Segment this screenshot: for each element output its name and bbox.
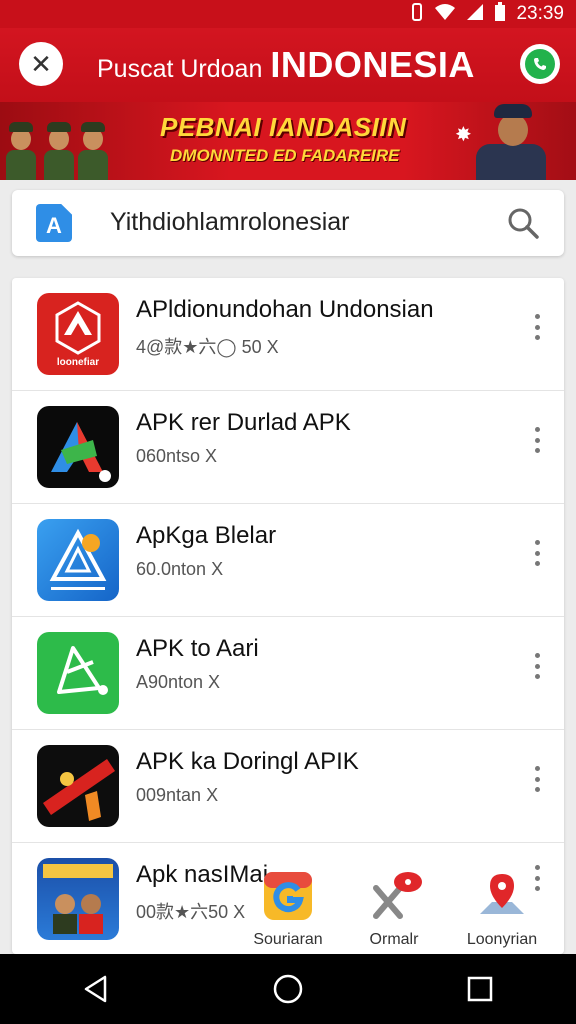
red-emblem-icon: loonefiar	[37, 293, 119, 375]
vibrate-icon	[410, 2, 424, 26]
more-options-icon[interactable]	[534, 540, 540, 566]
more-options-icon[interactable]	[534, 653, 540, 679]
back-triangle-icon	[84, 975, 107, 1003]
app-subtitle: A90nton X	[136, 672, 221, 692]
list-item[interactable]: APK rer Durlad APK 060ntso X	[12, 391, 564, 504]
status-bar: 23:39	[0, 0, 576, 28]
shortcut-ormalr[interactable]: Ormalr	[344, 870, 444, 949]
app-subtitle: 4@款★六◯ 50 X	[136, 337, 279, 357]
recents-square-icon	[467, 976, 493, 1002]
promo-banner[interactable]: PEBNAI IANDASIIN DMONNTED ED FADAREIRE ✸	[0, 102, 576, 180]
app-subtitle: 060ntso X	[136, 446, 218, 466]
soldier-figure	[6, 120, 36, 180]
title-main: INDONESIA	[270, 44, 475, 85]
x-notification-icon	[364, 872, 424, 926]
signal-icon	[466, 3, 484, 26]
home-button[interactable]	[258, 959, 318, 1019]
app-list: loonefiar APldionundohan Undonsian 4@款★六…	[12, 278, 564, 954]
soldier-figure	[78, 120, 108, 180]
black-red-banner-icon	[37, 745, 119, 827]
home-circle-icon	[273, 974, 303, 1004]
banner-headline: PEBNAI IANDASIIN	[160, 112, 407, 142]
close-icon: ✕	[30, 48, 52, 79]
document-a-icon: A	[36, 204, 72, 242]
whatsapp-button[interactable]	[520, 44, 560, 84]
app-subtitle: 009ntan X	[136, 785, 219, 805]
app-header: ✕ Puscat Urdoan INDONESIA	[0, 28, 576, 102]
shortcut-label: Souriaran	[253, 931, 323, 948]
battery-icon	[494, 1, 506, 27]
page-title: Puscat Urdoan INDONESIA	[97, 44, 475, 86]
app-subtitle: 00款★六50 X	[136, 902, 246, 922]
svg-text:loonefiar: loonefiar	[57, 357, 99, 368]
map-pin-icon	[476, 874, 528, 926]
app-title: APK to Aari	[136, 635, 259, 662]
search-icon[interactable]	[506, 206, 540, 240]
soldier-figure	[44, 120, 74, 180]
app-subtitle: 60.0nton X	[136, 559, 224, 579]
app-title: APldionundohan Undonsian	[136, 296, 434, 323]
wifi-icon	[434, 3, 456, 26]
app-title: APK ka Doringl APIK	[136, 748, 359, 775]
poster-icon	[37, 858, 119, 940]
search-input[interactable]: Yithdiohlamrolonesiar	[110, 208, 349, 237]
shortcut-label: Ormalr	[369, 931, 419, 948]
title-prefix: Puscat Urdoan	[97, 55, 263, 83]
recents-button[interactable]	[450, 959, 510, 1019]
search-bar[interactable]: A Yithdiohlamrolonesiar	[12, 190, 564, 256]
phone-chat-icon	[525, 49, 555, 79]
green-shape-icon	[37, 632, 119, 714]
banner-subline: DMONNTED ED FADAREIRE	[170, 146, 400, 165]
more-options-icon[interactable]	[534, 766, 540, 792]
shortcut-label: Loonyrian	[466, 931, 538, 948]
list-item[interactable]: APK to Aari A90nton X	[12, 617, 564, 730]
more-options-icon[interactable]	[534, 314, 540, 340]
list-item[interactable]: loonefiar APldionundohan Undonsian 4@款★六…	[12, 278, 564, 391]
more-options-icon[interactable]	[534, 427, 540, 453]
clock: 23:39	[516, 3, 564, 24]
list-item[interactable]: ApKga Blelar 60.0nton X	[12, 504, 564, 617]
app-title: ApKga Blelar	[136, 522, 277, 549]
close-button[interactable]: ✕	[19, 42, 63, 86]
star-icon: ✸	[455, 124, 472, 146]
shortcut-souriaran[interactable]: Souriaran	[238, 870, 338, 949]
g-app-icon	[262, 872, 314, 926]
black-green-a-icon	[37, 406, 119, 488]
system-nav-bar	[0, 954, 576, 1024]
shortcut-loonyrian[interactable]: Loonyrian	[452, 870, 552, 949]
blue-triangle-icon	[37, 519, 119, 601]
list-item[interactable]: APK ka Doringl APIK 009ntan X	[12, 730, 564, 843]
officer-figure	[476, 104, 546, 180]
back-button[interactable]	[66, 959, 126, 1019]
app-title: APK rer Durlad APK	[136, 409, 351, 436]
